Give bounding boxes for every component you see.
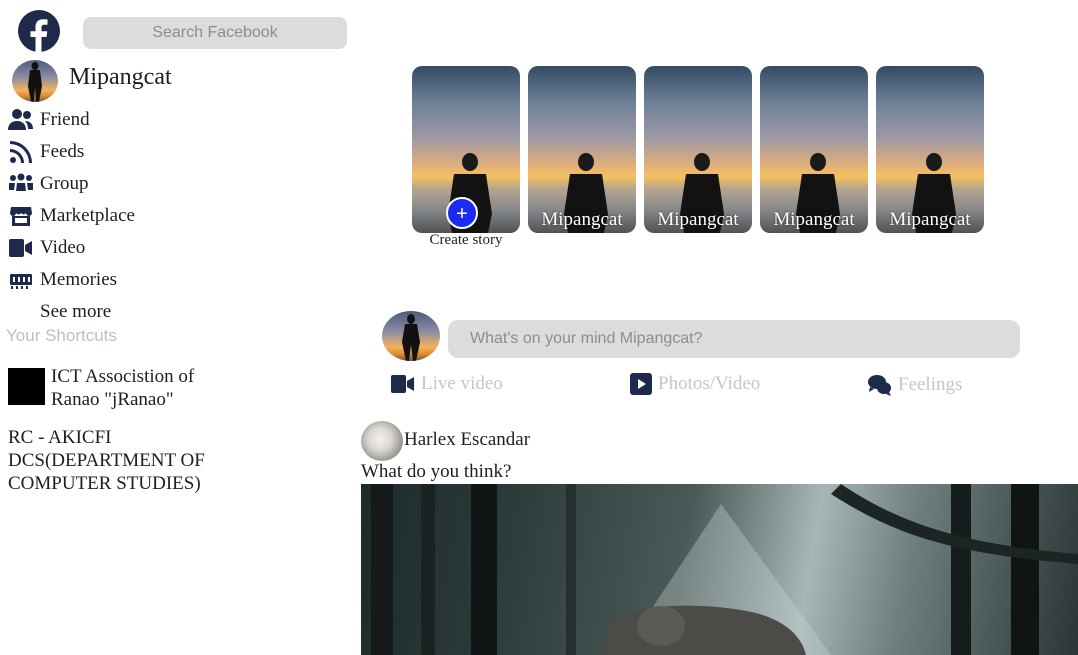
- play-square-icon: [630, 373, 652, 395]
- forest-elephant-image: [371, 484, 1078, 655]
- shortcut-item[interactable]: ICT Associstion of Ranao "jRanao": [51, 365, 221, 411]
- sidebar-item-label: Memories: [40, 269, 118, 290]
- story-name: Mipangcat: [773, 209, 855, 230]
- silhouette-icon: [28, 62, 42, 102]
- add-story-button[interactable]: +: [446, 197, 478, 229]
- story-name: Mipangcat: [657, 209, 739, 230]
- create-story-label: Create story: [429, 232, 503, 248]
- sidebar-item-label: Friend: [40, 109, 90, 130]
- composer-input[interactable]: What's on your mind Mipangcat?: [448, 320, 1020, 358]
- story-card[interactable]: Mipangcat: [760, 66, 868, 233]
- facebook-logo-icon[interactable]: [18, 10, 60, 52]
- sidebar-item-feeds[interactable]: Feeds: [8, 138, 84, 166]
- story-card[interactable]: Mipangcat: [644, 66, 752, 233]
- sidebar-item-label: Group: [40, 173, 89, 194]
- action-label: Live video: [421, 373, 503, 394]
- action-label: Photos/Video: [658, 373, 761, 394]
- profile-name[interactable]: Mipangcat: [69, 64, 172, 91]
- post-author-avatar[interactable]: [361, 421, 403, 461]
- story-name: Mipangcat: [541, 209, 623, 230]
- story-card[interactable]: Mipangcat: [876, 66, 984, 233]
- action-label: Feelings: [898, 374, 963, 395]
- silhouette-icon: [402, 314, 420, 361]
- group-icon: [8, 171, 34, 197]
- story-name: Mipangcat: [889, 209, 971, 230]
- sidebar-item-group[interactable]: Group: [8, 170, 89, 198]
- search-input[interactable]: Search Facebook: [83, 17, 347, 49]
- shortcuts-title: Your Shortcuts: [6, 326, 117, 345]
- shortcut-item[interactable]: RC - AKICFI DCS(DEPARTMENT OF COMPUTER S…: [8, 426, 208, 495]
- memory-icon: [8, 267, 34, 293]
- sidebar-item-friend[interactable]: Friend: [8, 106, 90, 134]
- live-video-button[interactable]: Live video: [391, 373, 503, 395]
- post-image[interactable]: [361, 484, 1078, 655]
- post-author-name[interactable]: Harlex Escandar: [404, 429, 530, 451]
- sidebar-item-label: Feeds: [40, 141, 85, 162]
- feelings-button[interactable]: Feelings: [868, 373, 962, 397]
- profile-avatar[interactable]: [12, 60, 58, 102]
- sidebar-item-see-more[interactable]: See more: [8, 298, 111, 326]
- video-camera-icon: [391, 375, 414, 393]
- sidebar-item-memories[interactable]: Memories: [8, 266, 117, 294]
- store-icon: [8, 203, 34, 229]
- shortcut-thumbnail[interactable]: [8, 368, 45, 405]
- rss-icon: [8, 139, 34, 165]
- friends-icon: [8, 107, 34, 133]
- sidebar-item-label: Video: [40, 237, 86, 258]
- blank-icon: [8, 299, 34, 325]
- sidebar-item-label: Marketplace: [40, 205, 135, 226]
- comments-icon: [868, 375, 891, 396]
- composer-avatar[interactable]: [382, 311, 440, 361]
- video-camera-icon: [8, 235, 34, 261]
- story-card[interactable]: Mipangcat: [528, 66, 636, 233]
- sidebar-item-label: See more: [40, 301, 112, 322]
- sidebar-item-video[interactable]: Video: [8, 234, 85, 262]
- post-text: What do you think?: [361, 461, 512, 482]
- sidebar-item-marketplace[interactable]: Marketplace: [8, 202, 135, 230]
- photos-video-button[interactable]: Photos/Video: [630, 373, 760, 395]
